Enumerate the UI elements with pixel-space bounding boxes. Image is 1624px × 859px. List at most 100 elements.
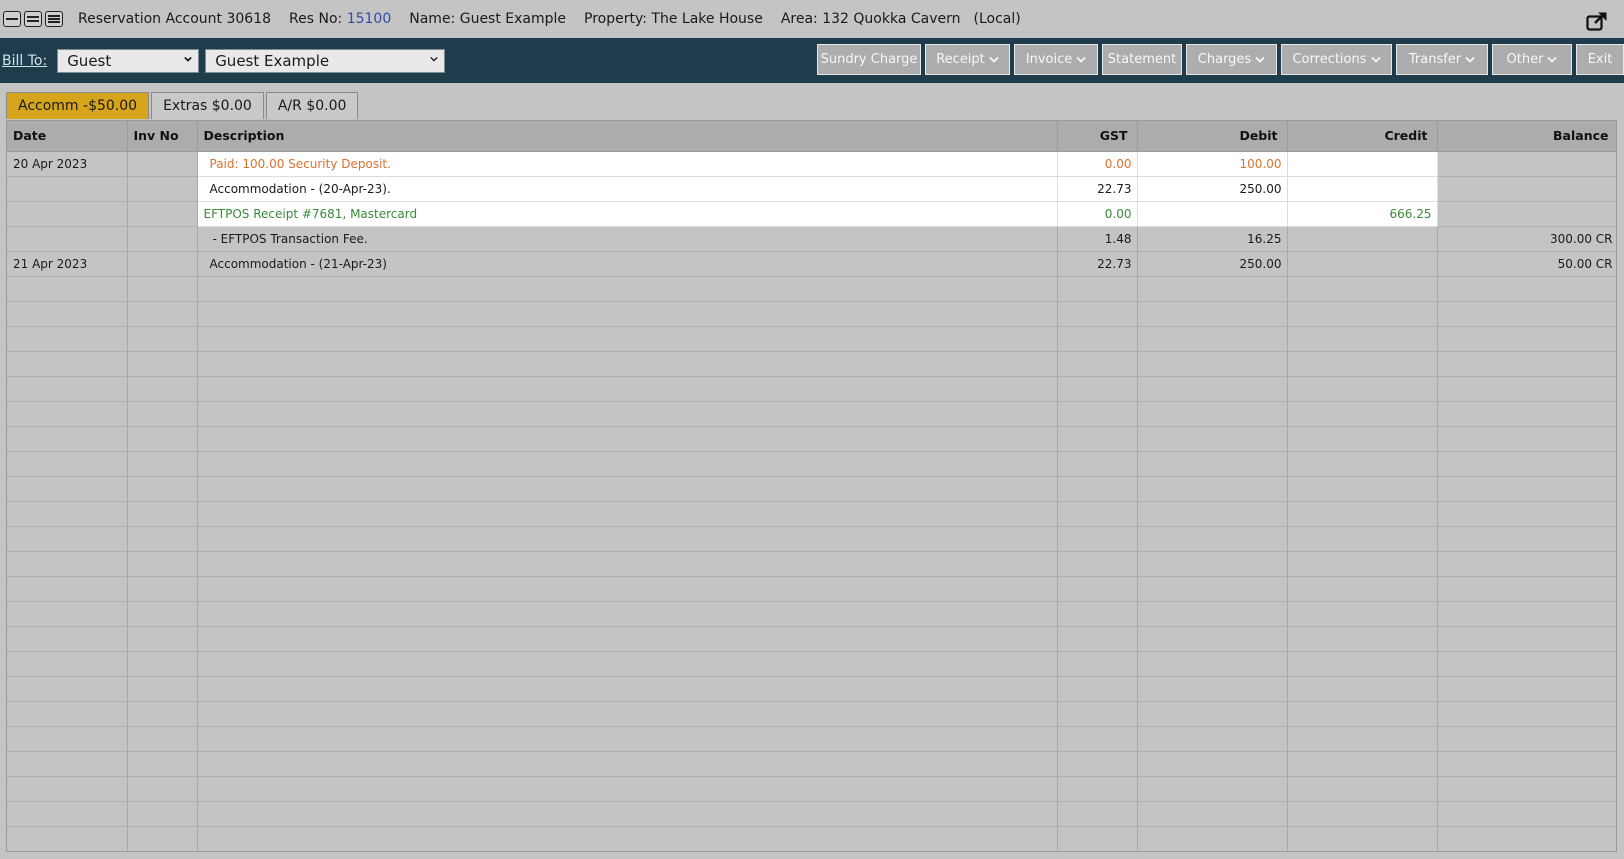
empty-cell xyxy=(127,326,198,352)
bill-to-name-select[interactable]: Guest Example xyxy=(205,48,446,73)
empty-cell xyxy=(1287,501,1438,527)
empty-cell xyxy=(1057,476,1138,502)
column-header-description[interactable]: Description xyxy=(197,121,1058,152)
empty-cell xyxy=(1057,851,1137,852)
empty-cell xyxy=(1287,326,1438,352)
chevron-down-icon xyxy=(1370,56,1381,63)
empty-cell xyxy=(1287,576,1438,602)
tab-ar[interactable]: A/R $0.00 xyxy=(265,92,359,119)
table-row[interactable]: - EFTPOS Transaction Fee. 1.48 16.25 300… xyxy=(7,226,1616,252)
cell-debit: 250.00 xyxy=(1137,176,1288,202)
empty-cell xyxy=(7,451,128,477)
empty-cell xyxy=(1057,526,1138,552)
empty-cell xyxy=(1137,751,1288,777)
res-no-link[interactable]: 15100 xyxy=(347,11,392,27)
transactions-table: Date Inv No Description GST Debit Credit… xyxy=(7,121,1617,852)
empty-cell xyxy=(1437,701,1616,727)
empty-cell xyxy=(1057,676,1138,702)
empty-cell xyxy=(1057,426,1138,452)
column-header-gst[interactable]: GST xyxy=(1057,121,1138,152)
empty-cell xyxy=(127,576,198,602)
transactions-grid: Date Inv No Description GST Debit Credit… xyxy=(6,120,1617,852)
tab-accomm[interactable]: Accomm -$50.00 xyxy=(6,92,150,119)
empty-cell xyxy=(1057,626,1138,652)
tab-extras[interactable]: Extras $0.00 xyxy=(151,92,264,119)
empty-cell xyxy=(1287,426,1438,452)
bill-to-type-select[interactable]: Guest xyxy=(57,48,200,73)
empty-cell xyxy=(1287,676,1438,702)
empty-cell xyxy=(1437,326,1616,352)
empty-cell xyxy=(197,401,1058,427)
empty-cell xyxy=(1287,376,1438,402)
empty-cell xyxy=(127,501,198,527)
column-header-inv-no[interactable]: Inv No xyxy=(127,121,198,152)
other-button[interactable]: Other xyxy=(1492,44,1572,75)
empty-cell xyxy=(1137,726,1288,752)
empty-cell xyxy=(1057,351,1138,377)
statement-button[interactable]: Statement xyxy=(1102,44,1182,75)
empty-cell xyxy=(7,651,128,677)
table-row[interactable]: EFTPOS Receipt #7681, Mastercard 0.00 66… xyxy=(7,201,1616,227)
table-row[interactable]: Accommodation - (20-Apr-23). 22.73 250.0… xyxy=(7,176,1616,202)
empty-cell xyxy=(127,701,198,727)
empty-cell xyxy=(127,426,198,452)
guest-name: Name: Guest Example xyxy=(409,11,567,27)
table-row[interactable]: 21 Apr 2023 Accommodation - (21-Apr-23) … xyxy=(7,251,1616,277)
empty-cell xyxy=(1137,401,1288,427)
corrections-button[interactable]: Corrections xyxy=(1281,44,1392,75)
empty-cell xyxy=(1057,501,1138,527)
empty-cell xyxy=(127,626,198,652)
column-header-debit[interactable]: Debit xyxy=(1137,121,1288,152)
empty-cell xyxy=(127,676,198,702)
view-compact-icon[interactable] xyxy=(3,11,21,27)
empty-table-row xyxy=(7,576,1616,602)
empty-cell xyxy=(1137,526,1288,552)
view-full-icon[interactable] xyxy=(45,11,63,27)
column-header-date[interactable]: Date xyxy=(7,121,128,152)
popout-window-icon[interactable] xyxy=(1586,11,1608,31)
chevron-down-icon xyxy=(989,56,999,63)
chevron-down-icon xyxy=(1547,56,1558,63)
empty-table-row xyxy=(7,376,1616,402)
empty-cell xyxy=(1057,576,1138,602)
empty-cell xyxy=(127,826,198,851)
empty-cell xyxy=(1287,776,1438,802)
empty-cell xyxy=(1137,776,1288,802)
bill-to-type-value: Guest xyxy=(67,51,112,70)
table-row[interactable]: 20 Apr 2023 Paid: 100.00 Security Deposi… xyxy=(7,151,1616,177)
cell-credit: 666.25 xyxy=(1287,201,1438,227)
empty-cell xyxy=(7,476,128,502)
empty-cell xyxy=(1437,726,1616,752)
empty-cell xyxy=(127,276,198,302)
column-header-credit[interactable]: Credit xyxy=(1287,121,1438,152)
cell-description: - EFTPOS Transaction Fee. xyxy=(197,226,1058,252)
empty-cell xyxy=(1287,701,1438,727)
empty-cell xyxy=(7,776,128,802)
empty-cell xyxy=(7,426,128,452)
charges-button[interactable]: Charges xyxy=(1186,44,1277,75)
empty-cell xyxy=(1437,651,1616,677)
empty-table-row xyxy=(7,851,1617,852)
bill-to-link[interactable]: Bill To: xyxy=(2,53,47,69)
transfer-button[interactable]: Transfer xyxy=(1396,44,1488,75)
view-medium-icon[interactable] xyxy=(24,11,42,27)
cell-description: Accommodation - (20-Apr-23). xyxy=(197,176,1058,202)
cell-gst: 22.73 xyxy=(1057,251,1138,277)
empty-cell xyxy=(127,851,197,852)
empty-cell xyxy=(127,726,198,752)
receipt-button[interactable]: Receipt xyxy=(925,44,1010,75)
empty-cell xyxy=(197,751,1058,777)
empty-cell xyxy=(1287,276,1438,302)
empty-cell xyxy=(197,326,1058,352)
empty-cell xyxy=(1057,701,1138,727)
empty-cell xyxy=(1137,826,1288,851)
empty-cell xyxy=(197,601,1058,627)
column-header-balance[interactable]: Balance xyxy=(1437,121,1616,152)
reservation-header: Reservation Account 30618 Res No: 15100 … xyxy=(0,0,1624,38)
chevron-down-icon xyxy=(1465,56,1475,63)
empty-cell xyxy=(7,826,128,851)
exit-button[interactable]: Exit xyxy=(1576,44,1624,75)
empty-table-row xyxy=(7,501,1616,527)
sundry-charge-button[interactable]: Sundry Charge xyxy=(817,44,921,75)
invoice-button[interactable]: Invoice xyxy=(1014,44,1098,75)
